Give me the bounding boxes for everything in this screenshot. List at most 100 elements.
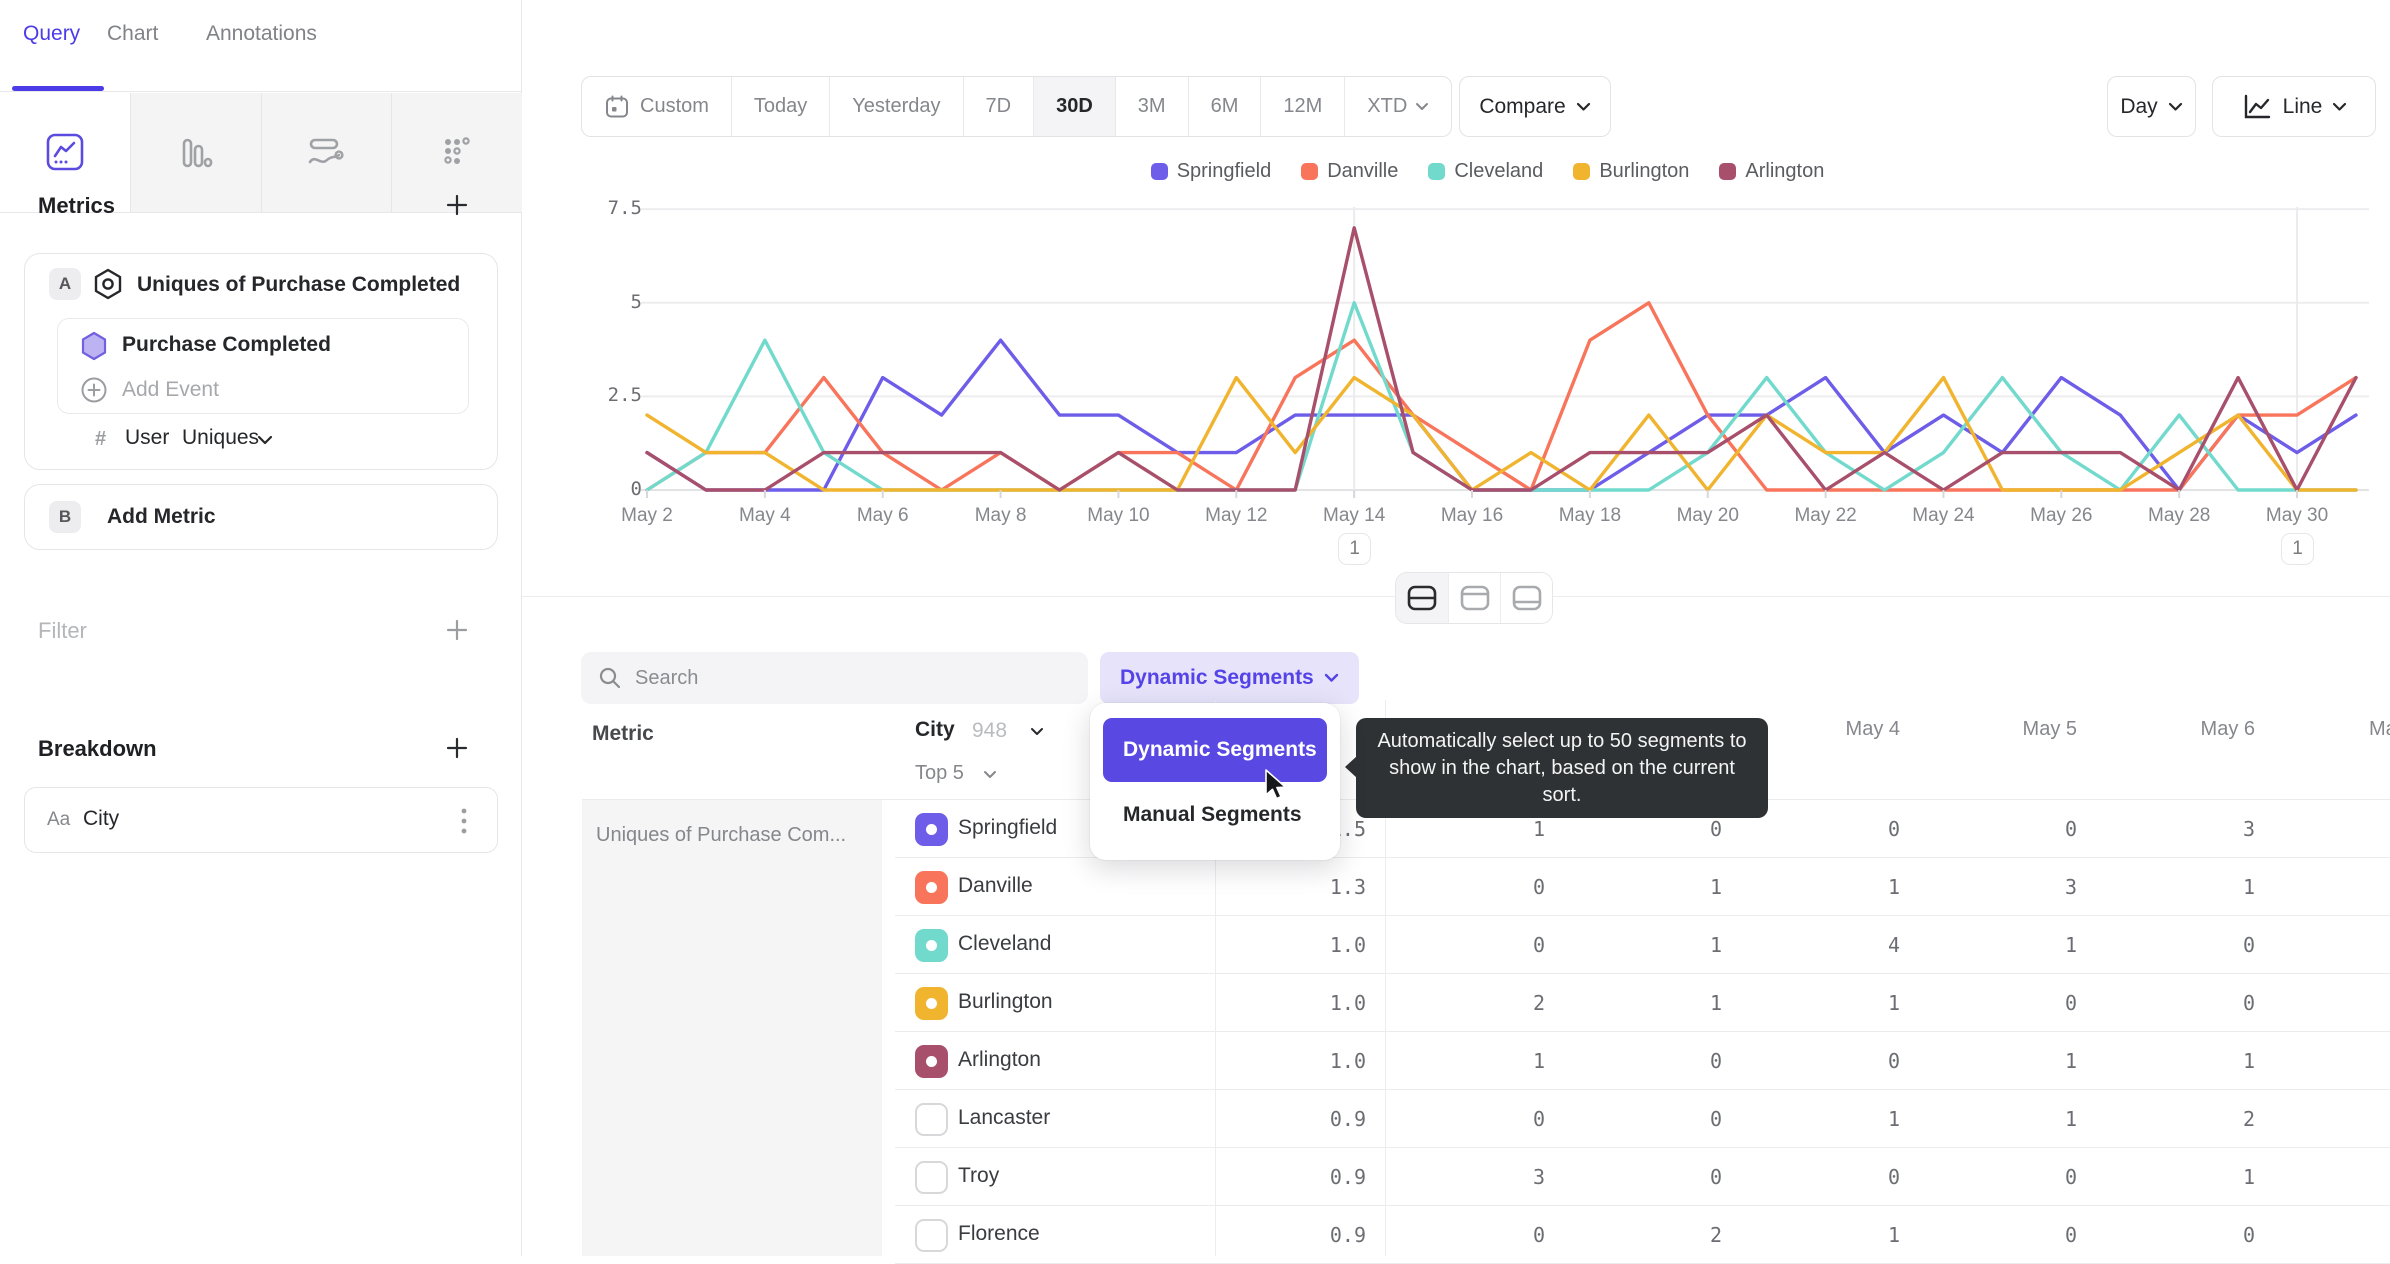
tab-annotations[interactable]: Annotations (206, 22, 317, 46)
breakdown-item-city[interactable]: Aa City (24, 787, 498, 853)
segment-checkbox[interactable] (915, 987, 948, 1020)
legend-item-arlington[interactable]: Arlington (1719, 160, 1824, 183)
segment-checkbox[interactable] (915, 929, 948, 962)
day-value: 0 (2064, 817, 2077, 841)
avg-value: 1.3 (1329, 875, 1366, 899)
checkbox-dot (926, 824, 937, 835)
chart-type-flow[interactable] (260, 93, 392, 212)
chevron-down-icon[interactable] (1030, 727, 1044, 737)
legend-item-danville[interactable]: Danville (1301, 160, 1398, 183)
metric-b-badge: B (49, 501, 81, 533)
hash-icon: # (95, 428, 107, 450)
segment-city-label: Arlington (958, 1048, 1041, 1071)
view-toggle-table[interactable] (1448, 573, 1500, 623)
segments-mode-button[interactable]: Dynamic Segments (1100, 652, 1359, 704)
add-filter-button[interactable] (440, 613, 474, 647)
date-range-3m[interactable]: 3M (1114, 77, 1188, 136)
top-n-dropdown[interactable]: Top 5 (915, 762, 964, 785)
day-value: 1 (1532, 817, 1545, 841)
group-column-header[interactable]: City (915, 718, 955, 742)
flow-chart-icon (309, 138, 344, 163)
day-value: 0 (1532, 1223, 1545, 1247)
clipped-day-header: May 7 (2369, 718, 2390, 740)
day-value: 3 (1532, 1165, 1545, 1189)
x-tick-label: May 30 (2265, 505, 2329, 526)
kebab-menu-icon[interactable] (457, 806, 471, 836)
segment-checkbox[interactable] (915, 813, 948, 846)
legend-item-cleveland[interactable]: Cleveland (1428, 160, 1543, 183)
event-name[interactable]: Purchase Completed (122, 333, 331, 357)
day-value: 1 (1532, 1049, 1545, 1073)
table-view-icon (1460, 585, 1489, 611)
line-chart-icon (46, 133, 84, 171)
search-icon (599, 667, 621, 689)
segment-checkbox[interactable] (915, 871, 948, 904)
metric-card-b[interactable]: B Add Metric (24, 484, 498, 550)
table-row-arlington: Arlington 1.0 1 0 0 1 1 (895, 1032, 2390, 1090)
dot-grid-icon (444, 136, 470, 164)
measure-user-label[interactable]: User (125, 426, 169, 450)
segment-checkbox[interactable] (915, 1045, 948, 1078)
tab-query[interactable]: Query (23, 22, 80, 46)
purchase-event-icon (81, 331, 107, 361)
legend-swatch (1428, 163, 1446, 180)
add-metric-label: Add Metric (107, 505, 216, 528)
compare-button[interactable]: Compare (1459, 76, 1611, 137)
view-toggle-chart[interactable] (1500, 573, 1552, 623)
y-tick-label: 2.5 (607, 384, 642, 407)
view-toggle-split[interactable] (1396, 573, 1448, 623)
day-value: 2 (2242, 1107, 2255, 1131)
segments-mode-label: Dynamic Segments (1120, 666, 1314, 689)
date-range-custom[interactable]: Custom (582, 77, 731, 136)
date-range-6m[interactable]: 6M (1187, 77, 1261, 136)
date-range-12m[interactable]: 12M (1260, 77, 1344, 136)
chevron-down-icon (1416, 102, 1429, 110)
legend-item-springfield[interactable]: Springfield (1150, 160, 1271, 183)
y-tick-label: 5 (630, 290, 642, 313)
menu-item-dynamic-segments[interactable]: Dynamic Segments (1103, 718, 1327, 782)
day-value: 0 (1709, 1049, 1722, 1073)
chevron-down-icon[interactable] (257, 435, 273, 446)
chart-style-dropdown[interactable]: Line (2212, 76, 2376, 137)
measure-type-dropdown[interactable]: Uniques (182, 426, 259, 450)
day-value: 2 (1709, 1223, 1722, 1247)
search-input[interactable] (635, 666, 1055, 690)
tab-chart[interactable]: Chart (107, 22, 158, 46)
legend-item-burlington[interactable]: Burlington (1573, 160, 1689, 183)
legend-swatch (1719, 163, 1737, 180)
date-range-segmented-control: Custom Today Yesterday 7D 30D 3M 6M 12M XTD (581, 76, 1453, 137)
segment-city-label: Cleveland (958, 932, 1052, 955)
segment-checkbox[interactable] (915, 1161, 948, 1194)
group-count: 948 (972, 719, 1008, 742)
x-tick-label: May 28 (2148, 505, 2211, 526)
add-metric-plus-button[interactable] (440, 188, 474, 222)
segment-checkbox[interactable] (915, 1219, 948, 1252)
add-breakdown-button[interactable] (440, 731, 474, 765)
date-range-30d[interactable]: 30D (1033, 77, 1115, 136)
line-style-icon (2244, 94, 2270, 118)
date-range-7d[interactable]: 7D (962, 77, 1034, 136)
tooltip-arrow (1345, 756, 1357, 778)
day-column-header: May 6 (2200, 718, 2255, 740)
date-range-yesterday[interactable]: Yesterday (829, 77, 962, 136)
date-range-xtd[interactable]: XTD (1344, 77, 1451, 136)
breakdown-heading: Breakdown (38, 736, 157, 761)
day-value: 1 (1887, 991, 1900, 1015)
query-nav: Query Chart Annotations (0, 0, 522, 92)
event-block: Purchase Completed Add Event (57, 318, 469, 414)
chart-type-bar[interactable] (129, 93, 261, 212)
segment-checkbox[interactable] (915, 1103, 948, 1136)
date-range-today[interactable]: Today (730, 77, 829, 136)
day-value: 0 (1709, 817, 1722, 841)
granularity-dropdown[interactable]: Day (2107, 76, 2196, 137)
annotation-badge[interactable]: 1 (2281, 533, 2315, 565)
metric-a-title[interactable]: Uniques of Purchase Completed (137, 273, 460, 297)
chevron-down-icon[interactable] (983, 770, 997, 780)
menu-item-manual-segments[interactable]: Manual Segments (1123, 803, 1302, 827)
day-value: 1 (2064, 1049, 2077, 1073)
metric-a-badge: A (49, 268, 81, 300)
annotation-badge[interactable]: 1 (1338, 533, 1372, 565)
x-tick-label: May 4 (738, 505, 791, 526)
metric-row-label: Uniques of Purchase Com... (582, 800, 882, 1256)
add-event-button[interactable]: Add Event (122, 378, 219, 402)
